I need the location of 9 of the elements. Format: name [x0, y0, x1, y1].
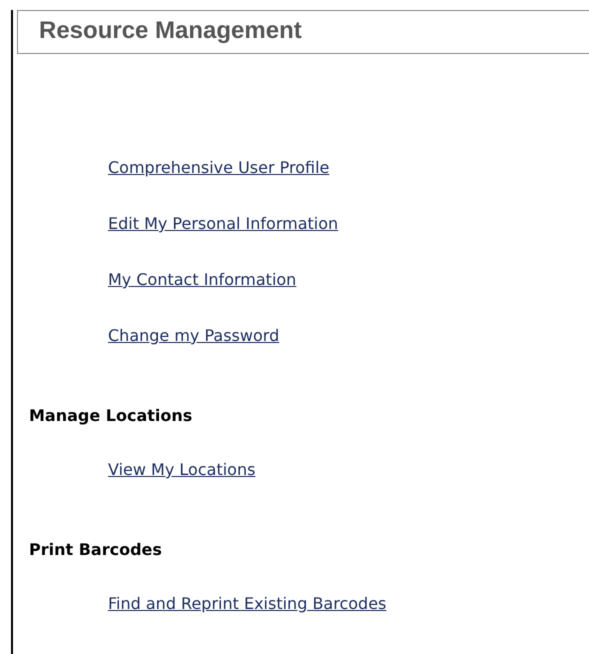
menu-link[interactable]: Change my Password [108, 326, 280, 346]
menu-link[interactable]: View My Locations [108, 460, 256, 480]
menu-link[interactable]: Edit My Personal Information [108, 214, 338, 234]
page-title: Resource Management [39, 17, 302, 45]
section-heading: Print Barcodes [28, 540, 163, 560]
menu-link[interactable]: Comprehensive User Profile [108, 158, 330, 178]
section-heading: Manage Locations [28, 406, 194, 426]
menu-link[interactable]: My Contact Information [108, 270, 296, 290]
menu-link[interactable]: Find and Reprint Existing Barcodes [108, 594, 386, 614]
